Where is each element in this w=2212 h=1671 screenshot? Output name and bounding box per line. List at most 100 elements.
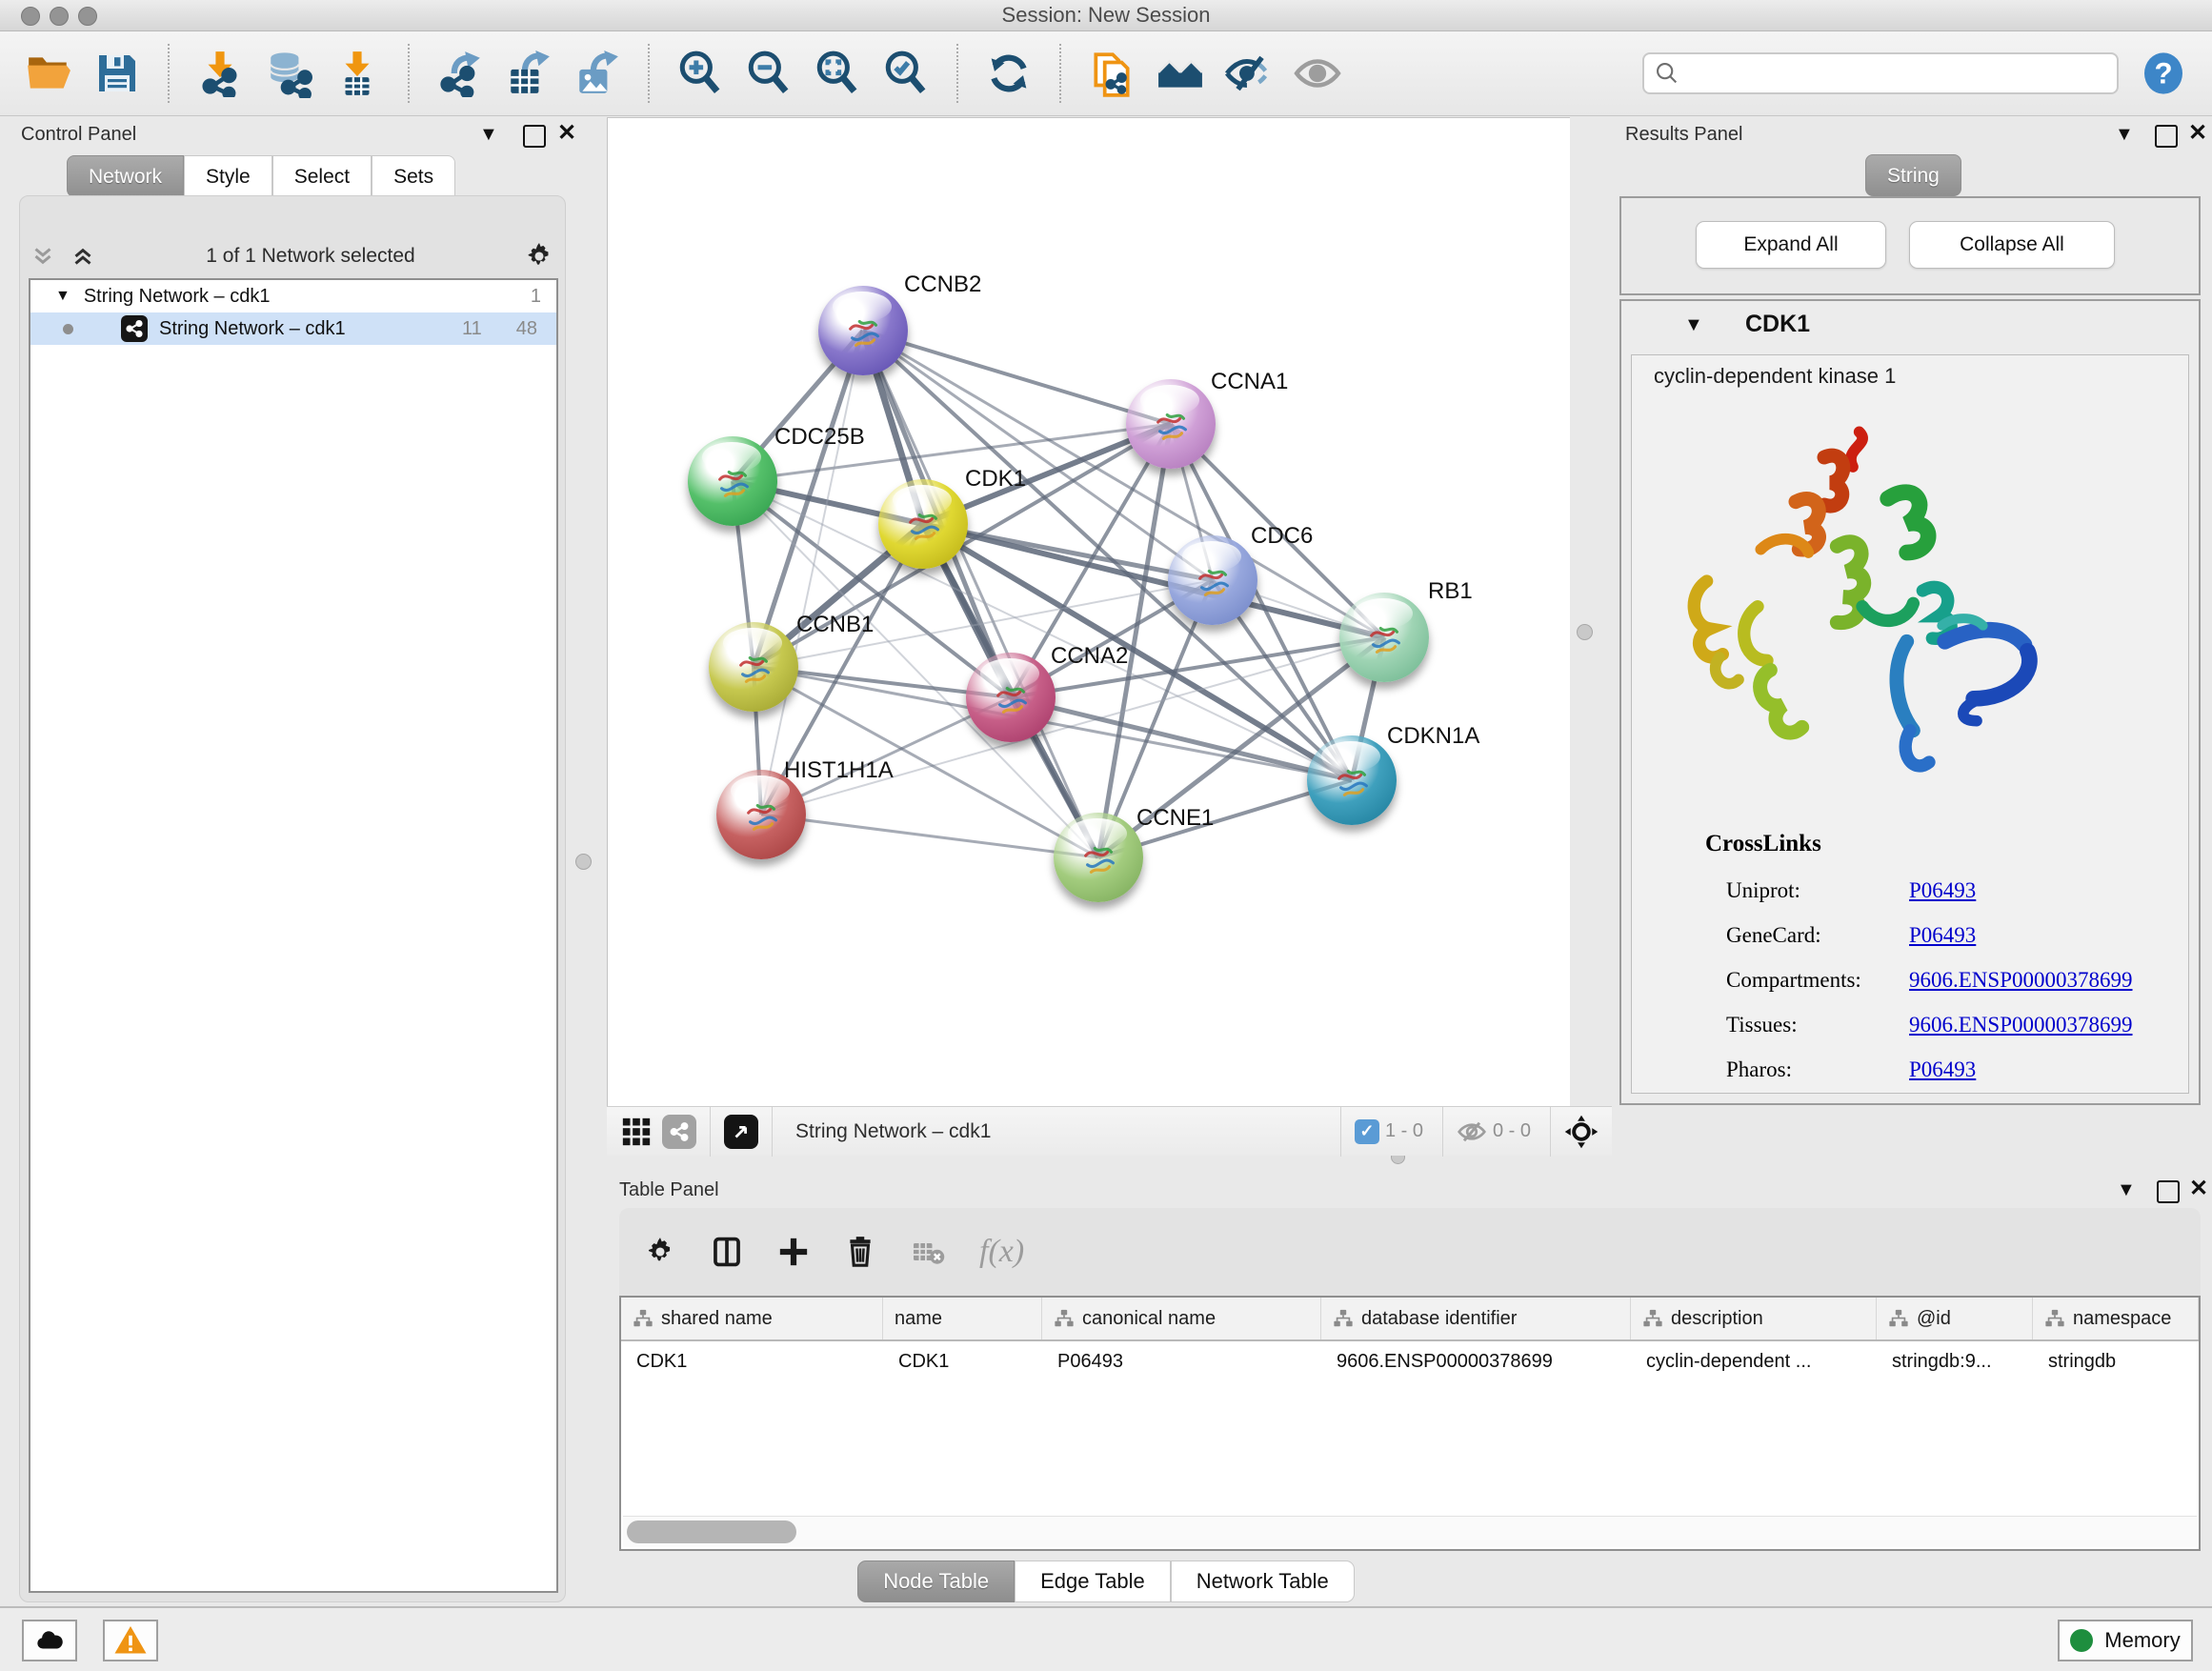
detach-view-icon[interactable]: [724, 1115, 758, 1149]
tab-style[interactable]: Style: [184, 155, 272, 197]
table-cell[interactable]: stringdb:9...: [1877, 1341, 2033, 1381]
clone-network-icon[interactable]: [1088, 50, 1136, 97]
table-panel-close-icon[interactable]: ✕: [2189, 1178, 2208, 1199]
crosslink-value-link[interactable]: 9606.ENSP00000378699: [1909, 1013, 2133, 1037]
show-columns-icon[interactable]: [711, 1236, 743, 1268]
network-node-ccnb2[interactable]: [818, 286, 908, 375]
network-node-ccna1[interactable]: [1126, 379, 1216, 469]
search-input[interactable]: [1680, 62, 2107, 86]
network-node-cdc25b[interactable]: [688, 436, 777, 526]
column-header-namespace[interactable]: namespace: [2033, 1298, 2199, 1339]
column-header-label: shared name: [661, 1308, 773, 1330]
svg-text:?: ?: [2154, 56, 2172, 90]
results-panel-close-icon[interactable]: ✕: [2188, 123, 2207, 144]
table-cell[interactable]: CDK1: [883, 1341, 1042, 1381]
column-header-name[interactable]: name: [883, 1298, 1042, 1339]
column-header-shared-name[interactable]: shared name: [621, 1298, 883, 1339]
import-network-from-database-icon[interactable]: [265, 50, 312, 97]
network-node-cdkn1a[interactable]: [1307, 735, 1397, 825]
network-node-rb1[interactable]: [1339, 593, 1429, 682]
zoom-selected-icon[interactable]: [882, 50, 930, 97]
table-cell[interactable]: P06493: [1042, 1341, 1321, 1381]
network-share-view-icon[interactable]: [662, 1115, 696, 1149]
column-header-database-identifier[interactable]: database identifier: [1321, 1298, 1631, 1339]
network-edge[interactable]: [863, 331, 1098, 857]
table-cell[interactable]: 9606.ENSP00000378699: [1321, 1341, 1631, 1381]
birdseye-crosshair-icon[interactable]: [1564, 1115, 1599, 1149]
collection-expander-icon[interactable]: ▼: [55, 288, 70, 305]
network-node-ccna2[interactable]: [966, 653, 1056, 742]
table-hscrollbar[interactable]: [623, 1516, 2197, 1547]
toolbar-separator: [956, 44, 958, 103]
table-row[interactable]: CDK1CDK1P064939606.ENSP00000378699cyclin…: [621, 1341, 2199, 1381]
network-node-ccne1[interactable]: [1054, 813, 1143, 902]
tab-network[interactable]: Network: [67, 155, 184, 197]
zoom-in-icon[interactable]: [676, 50, 724, 97]
control-panel-menu-icon[interactable]: ▼: [479, 124, 498, 145]
import-network-icon[interactable]: [196, 50, 244, 97]
tab-string[interactable]: String: [1865, 154, 1961, 196]
network-row-selected[interactable]: String Network – cdk1 11 48: [30, 312, 556, 345]
column-header-canonical-name[interactable]: canonical name: [1042, 1298, 1321, 1339]
crosslink-value-link[interactable]: P06493: [1909, 923, 1976, 948]
zoom-out-icon[interactable]: [745, 50, 793, 97]
network-node-cdk1[interactable]: [878, 479, 968, 569]
collapse-all-chevron-icon[interactable]: [29, 242, 57, 271]
hscrollbar-thumb[interactable]: [627, 1520, 796, 1543]
warnings-button[interactable]: [103, 1620, 158, 1661]
hide-selected-icon[interactable]: [1225, 50, 1273, 97]
control-panel-tabs: NetworkStyleSelectSets: [67, 155, 455, 197]
memory-button[interactable]: Memory: [2058, 1620, 2193, 1661]
results-panel-float-icon[interactable]: [2155, 125, 2178, 148]
left-splitter-handle[interactable]: [575, 854, 592, 870]
table-panel-float-icon[interactable]: [2157, 1180, 2180, 1203]
collapse-all-button[interactable]: Collapse All: [1909, 221, 2115, 269]
selected-checkbox-icon[interactable]: ✓: [1355, 1119, 1379, 1144]
network-canvas[interactable]: CCNB2CCNA1CDC25BCDK1CDC6RB1CCNB1CCNA2CDK…: [607, 117, 1570, 1107]
search-field[interactable]: [1642, 52, 2119, 94]
cloud-button[interactable]: [22, 1620, 77, 1661]
tab-sets[interactable]: Sets: [372, 155, 455, 197]
table-panel-menu-icon[interactable]: ▼: [2117, 1179, 2136, 1200]
table-cell[interactable]: CDK1: [621, 1341, 883, 1381]
refresh-icon[interactable]: [985, 50, 1033, 97]
open-session-icon[interactable]: [25, 50, 72, 97]
control-panel-float-icon[interactable]: [523, 125, 546, 148]
import-table-icon[interactable]: [333, 50, 381, 97]
add-column-icon[interactable]: [777, 1236, 810, 1268]
crosslink-value-link[interactable]: 9606.ENSP00000378699: [1909, 968, 2133, 993]
network-edge[interactable]: [761, 815, 1098, 857]
column-header-description[interactable]: description: [1631, 1298, 1877, 1339]
right-splitter-handle[interactable]: [1577, 624, 1593, 640]
zoom-fit-icon[interactable]: [814, 50, 861, 97]
network-node-ccnb1[interactable]: [709, 622, 798, 712]
table-cell[interactable]: cyclin-dependent ...: [1631, 1341, 1877, 1381]
results-panel-title: Results Panel: [1625, 124, 1742, 146]
tab-select[interactable]: Select: [272, 155, 372, 197]
network-node-cdc6[interactable]: [1168, 535, 1257, 625]
export-table-icon[interactable]: [505, 50, 553, 97]
cdk1-expander-icon[interactable]: ▼: [1684, 314, 1703, 335]
delete-column-icon[interactable]: [844, 1236, 876, 1268]
column-header--id[interactable]: @id: [1877, 1298, 2033, 1339]
network-edge[interactable]: [863, 331, 1171, 424]
export-network-icon[interactable]: [436, 50, 484, 97]
tab-node-table[interactable]: Node Table: [857, 1560, 1015, 1602]
network-collection-row[interactable]: ▼ String Network – cdk1 1: [30, 280, 556, 312]
help-icon[interactable]: ?: [2140, 50, 2187, 97]
table-gear-icon[interactable]: [644, 1236, 676, 1268]
grid-view-icon[interactable]: [620, 1116, 653, 1148]
crosslink-value-link[interactable]: P06493: [1909, 878, 1976, 903]
tab-network-table[interactable]: Network Table: [1171, 1560, 1355, 1602]
expand-all-chevron-icon[interactable]: [69, 242, 97, 271]
export-image-icon[interactable]: [573, 50, 621, 97]
first-neighbors-icon[interactable]: [1156, 50, 1204, 97]
gear-icon[interactable]: [524, 241, 554, 272]
tab-edge-table[interactable]: Edge Table: [1015, 1560, 1171, 1602]
expand-all-button[interactable]: Expand All: [1696, 221, 1886, 269]
save-session-icon[interactable]: [93, 50, 141, 97]
crosslink-value-link[interactable]: P06493: [1909, 1057, 1976, 1082]
control-panel-close-icon[interactable]: ✕: [557, 123, 576, 144]
results-panel-menu-icon[interactable]: ▼: [2115, 124, 2134, 145]
table-cell[interactable]: stringdb: [2033, 1341, 2199, 1381]
